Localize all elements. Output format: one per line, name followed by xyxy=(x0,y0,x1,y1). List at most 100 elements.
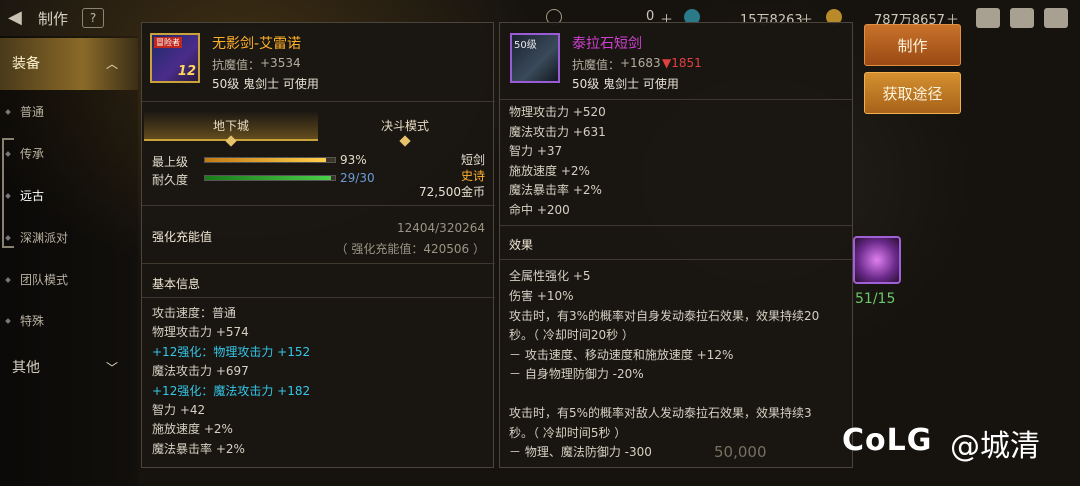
item-requirement: 50级 鬼剑士 可使用 xyxy=(572,77,679,91)
sidebar-item-special[interactable]: 特殊 xyxy=(0,301,138,341)
attr-line: 攻击速度：普通 xyxy=(152,306,237,320)
back-icon[interactable]: ◀ xyxy=(8,8,28,28)
attr-line: 魔法攻击力 +697 xyxy=(152,364,249,378)
attr-line-enhance: +12强化：魔法攻击力 +182 xyxy=(152,384,311,398)
item-tooltip-craft-target: 50级 泰拉石短剑 抗魔值： +1683 ▼1851 50级 鬼剑士 可使用 物… xyxy=(499,22,853,468)
attr-line-enhance: +12强化：物理攻击力 +152 xyxy=(152,345,311,359)
max-level-bar-fill xyxy=(205,158,326,162)
sidebar-item-inherit[interactable]: 传承 xyxy=(0,134,138,174)
help-icon[interactable]: ? xyxy=(82,8,104,28)
attr-line: 物理攻击力 +520 xyxy=(509,105,606,119)
resist-diff-value: ▼1851 xyxy=(662,56,702,70)
mailbox-icon[interactable] xyxy=(976,8,1000,28)
divider xyxy=(142,205,495,206)
durability-bar-fill xyxy=(205,176,331,180)
sidebar-item-normal[interactable]: 普通 xyxy=(0,92,138,132)
attr-line: 物理攻击力 +574 xyxy=(152,325,249,339)
effect-line: 攻击时，有5%的概率对敌人发动泰拉石效果，效果持续3 xyxy=(509,406,812,420)
watermark-text: @城清 xyxy=(950,429,1040,464)
sidebar-item-label: 传承 xyxy=(20,147,45,161)
effect-line: － 攻击速度、移动速度和施放速度 +12% xyxy=(509,348,734,362)
item-price: 72,500金币 xyxy=(419,185,485,199)
rarity: 史诗 xyxy=(460,169,485,183)
mode-tabs: 地下城 决斗模式 xyxy=(144,111,492,147)
max-level-bar xyxy=(204,157,336,163)
bullet-icon xyxy=(5,235,11,241)
item-name: 无影剑-艾雷诺 xyxy=(212,36,302,52)
enhance-level: 12 xyxy=(177,64,196,79)
effect-line: 攻击时，有3%的概率对自身发动泰拉石效果，效果持续20 xyxy=(509,309,820,323)
item-icon-terra-stone-dagger: 50级 xyxy=(510,33,560,83)
bullet-icon xyxy=(5,277,11,283)
craft-button[interactable]: 制作 xyxy=(864,24,961,66)
resist-label: 抗魔值： xyxy=(212,58,261,72)
sidebar-item-abyss-party[interactable]: 深渊派对 xyxy=(0,218,138,258)
sidebar-item-label: 特殊 xyxy=(20,314,45,328)
chat-icon[interactable] xyxy=(1044,8,1068,28)
attr-line: 魔法攻击力 +631 xyxy=(509,125,606,139)
sidebar-item-label: 深渊派对 xyxy=(20,231,69,245)
sidebar-category-other[interactable]: 其他 ﹀ xyxy=(0,342,138,394)
max-level-label: 最上级 xyxy=(152,155,189,169)
sidebar-item-label: 远古 xyxy=(20,189,45,203)
divider xyxy=(142,101,495,102)
sidebar-item-ancient[interactable]: 远古 xyxy=(0,176,138,216)
divider xyxy=(142,297,495,298)
bullet-icon xyxy=(5,151,11,157)
chevron-up-icon: ︿ xyxy=(105,57,118,71)
sidebar-category-label: 其他 xyxy=(12,360,40,376)
durability-bar xyxy=(204,175,336,181)
basic-info-title: 基本信息 xyxy=(152,277,201,291)
attr-line: 智力 +42 xyxy=(152,403,206,417)
acquire-source-button[interactable]: 获取途径 xyxy=(864,72,961,114)
durability-value: 29/30 xyxy=(340,171,375,185)
effect-line: － 物理、魔法防御力 -300 xyxy=(509,445,652,459)
material-icon[interactable] xyxy=(853,236,901,284)
resist-diff: ▼1851 xyxy=(662,56,702,70)
attr-line: 魔法暴击率 +2% xyxy=(509,183,602,197)
watermark-logo: CoLG xyxy=(842,423,933,458)
divider xyxy=(500,259,852,260)
material-count: 51/15 xyxy=(855,291,896,307)
sidebar-item-raid[interactable]: 团队模式 xyxy=(0,260,138,300)
item-name: 泰拉石短剑 xyxy=(572,36,642,52)
attr-line: 施放速度 +2% xyxy=(152,422,233,436)
weapon-type: 短剑 xyxy=(460,153,485,167)
effect-line: 伤害 +10% xyxy=(509,289,574,303)
divider xyxy=(142,263,495,264)
resist-value: +3534 xyxy=(260,56,301,70)
icon-level: 50级 xyxy=(514,40,537,51)
chevron-down-icon: ﹀ xyxy=(105,361,118,375)
effect-line: 秒。（ 冷却时间20秒 ） xyxy=(509,328,634,342)
effect-line: 全属性强化 +5 xyxy=(509,269,591,283)
sidebar-category-equipment[interactable]: 装备 ︿ xyxy=(0,38,138,90)
resist-label: 抗魔值： xyxy=(572,58,621,72)
charge-sub: （ 强化充能值：420506 ） xyxy=(335,242,485,256)
bullet-icon xyxy=(5,109,11,115)
max-level-percent: 93% xyxy=(340,153,367,167)
item-icon-shadowless-sword: 冒险者 12 xyxy=(150,33,200,83)
effect-line: 秒。（ 冷却时间5秒 ） xyxy=(509,426,627,440)
sidebar-category-label: 装备 xyxy=(12,56,40,72)
attr-line: 智力 +37 xyxy=(509,144,563,158)
divider xyxy=(500,225,852,226)
effect-title: 效果 xyxy=(509,238,534,252)
resist-value: +1683 xyxy=(620,56,661,70)
sidebar-item-label: 团队模式 xyxy=(20,273,69,287)
charge-value: 12404/320264 xyxy=(396,221,485,235)
divider xyxy=(500,99,852,100)
bullet-icon xyxy=(5,193,11,199)
icon-tag: 冒险者 xyxy=(154,37,182,48)
item-tooltip-equipped: 冒险者 12 无影剑-艾雷诺 抗魔值： +3534 50级 鬼剑士 可使用 地下… xyxy=(141,22,495,468)
bullet-icon xyxy=(5,318,11,324)
durability-label: 耐久度 xyxy=(152,173,189,187)
mail-icon[interactable] xyxy=(1010,8,1034,28)
item-requirement: 50级 鬼剑士 可使用 xyxy=(212,77,319,91)
sidebar: 装备 ︿ 普通 传承 远古 深渊派对 团队模式 特殊 其他 ﹀ xyxy=(0,36,138,486)
attr-line: 魔法暴击率 +2% xyxy=(152,442,245,456)
attr-line: 命中 +200 xyxy=(509,203,570,217)
page-title: 制作 xyxy=(38,10,69,28)
sidebar-item-label: 普通 xyxy=(20,105,45,119)
attr-line: 施放速度 +2% xyxy=(509,164,590,178)
charge-label: 强化充能值 xyxy=(152,230,213,244)
